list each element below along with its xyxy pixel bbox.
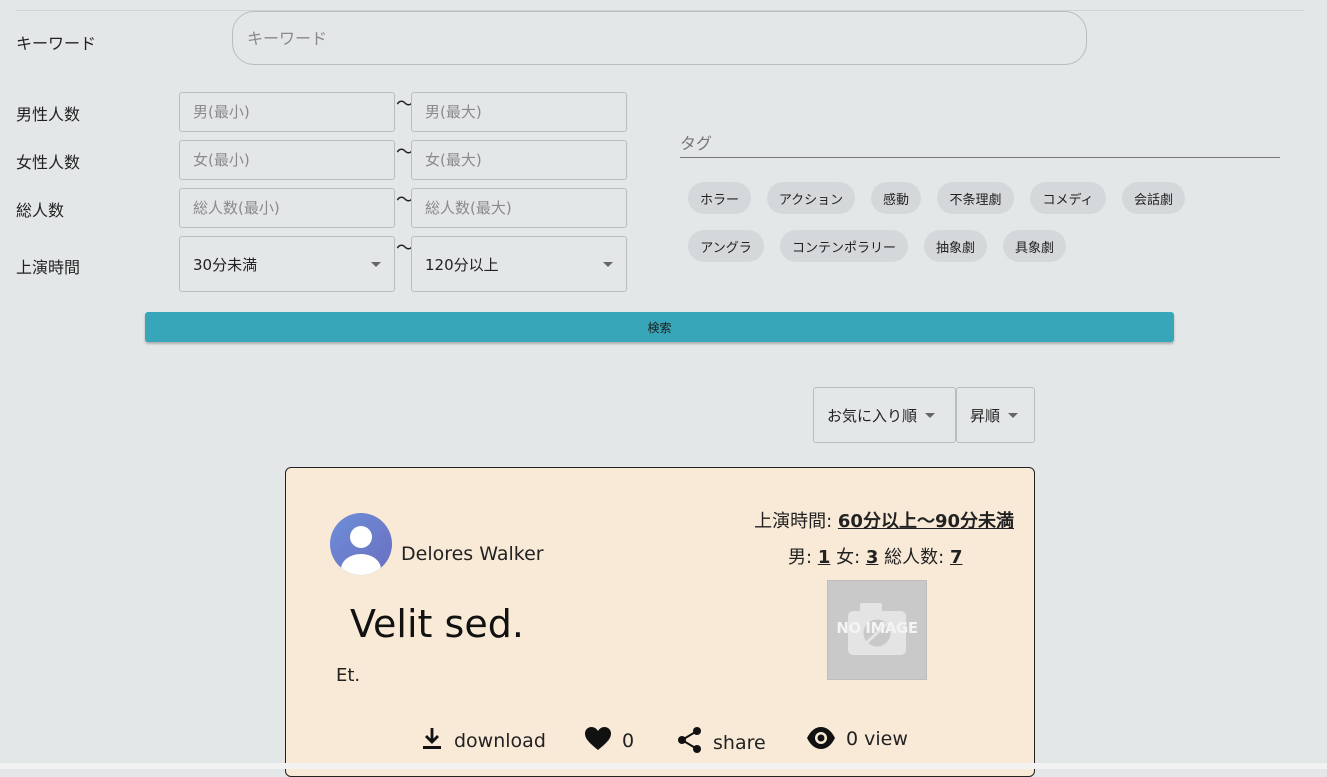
download-label: download bbox=[454, 730, 546, 752]
sort-order-value: お気に入り順 bbox=[827, 406, 918, 425]
tag-chip[interactable]: ホラー bbox=[688, 182, 751, 214]
search-button[interactable]: 検索 bbox=[145, 312, 1174, 342]
duration-info-value[interactable]: 60分以上〜90分未満 bbox=[838, 511, 1014, 532]
tag-chip[interactable]: 具象劇 bbox=[1003, 230, 1066, 262]
duration-min-select[interactable]: 30分未満 bbox=[179, 236, 395, 292]
keyword-label: キーワード bbox=[16, 34, 97, 53]
avatar[interactable] bbox=[330, 513, 392, 575]
tag-chip[interactable]: 不条理劇 bbox=[937, 182, 1014, 214]
view-count: 0 view bbox=[846, 728, 908, 750]
tag-chip[interactable]: 感動 bbox=[871, 182, 921, 214]
caret-down-icon bbox=[603, 261, 613, 267]
script-description: Et. bbox=[336, 665, 361, 686]
female-count-label: 女性人数 bbox=[16, 153, 81, 172]
tag-chip[interactable]: 抽象劇 bbox=[924, 230, 987, 262]
tag-chip[interactable]: アクション bbox=[767, 182, 855, 214]
user-icon bbox=[341, 526, 381, 575]
share-label: share bbox=[713, 732, 766, 754]
duration-info-label: 上演時間: bbox=[754, 511, 833, 532]
bottom-strip bbox=[0, 763, 1327, 769]
download-icon bbox=[423, 728, 441, 749]
male-count-label: 男性人数 bbox=[16, 105, 81, 124]
duration-max-select[interactable]: 120分以上 bbox=[411, 236, 627, 292]
author-name[interactable]: Delores Walker bbox=[401, 543, 544, 565]
views-indicator: 0 view bbox=[806, 726, 908, 750]
total-min-input[interactable] bbox=[179, 188, 395, 228]
male-count-label: 男: bbox=[788, 547, 813, 568]
duration-info: 上演時間: 60分以上〜90分未満 bbox=[754, 507, 1014, 533]
caret-down-icon bbox=[1008, 412, 1019, 418]
female-count-value[interactable]: 3 bbox=[866, 547, 879, 568]
female-min-input[interactable] bbox=[179, 140, 395, 180]
male-min-input[interactable] bbox=[179, 92, 395, 132]
total-count-label: 総人数: bbox=[884, 547, 945, 568]
tag-chip[interactable]: 会話劇 bbox=[1122, 182, 1185, 214]
tag-field-label: タグ bbox=[680, 134, 713, 153]
share-icon bbox=[678, 727, 701, 753]
male-count-value[interactable]: 1 bbox=[818, 547, 831, 568]
cast-counts: 男: 1 女: 3 総人数: 7 bbox=[788, 543, 963, 569]
tag-field-underline[interactable] bbox=[680, 157, 1280, 158]
male-max-input[interactable] bbox=[411, 92, 627, 132]
tag-chip[interactable]: アングラ bbox=[688, 230, 764, 262]
duration-label: 上演時間 bbox=[16, 258, 81, 277]
eye-icon bbox=[807, 727, 835, 749]
no-image-text: NO IMAGE bbox=[836, 619, 918, 637]
caret-down-icon bbox=[925, 412, 936, 418]
thumbnail-placeholder: NO IMAGE bbox=[827, 580, 927, 680]
like-button[interactable]: 0 bbox=[584, 726, 634, 752]
keyword-input[interactable] bbox=[232, 11, 1087, 65]
total-max-input[interactable] bbox=[411, 188, 627, 228]
download-button[interactable]: download bbox=[420, 726, 546, 752]
duration-max-value: 120分以上 bbox=[425, 255, 499, 274]
total-count-label: 総人数 bbox=[16, 201, 65, 220]
female-count-label: 女: bbox=[836, 547, 861, 568]
caret-down-icon bbox=[371, 261, 381, 267]
female-max-input[interactable] bbox=[411, 140, 627, 180]
script-card[interactable]: Delores Walker 上演時間: 60分以上〜90分未満 男: 1 女:… bbox=[285, 467, 1035, 777]
tag-chip[interactable]: コンテンポラリー bbox=[780, 230, 908, 262]
sort-order-select[interactable]: お気に入り順 bbox=[813, 387, 956, 443]
sort-direction-select[interactable]: 昇順 bbox=[956, 387, 1035, 443]
heart-icon bbox=[585, 727, 611, 750]
share-button[interactable]: share bbox=[677, 726, 766, 754]
sort-direction-value: 昇順 bbox=[970, 406, 1001, 425]
script-title[interactable]: Velit sed. bbox=[350, 602, 524, 646]
duration-min-value: 30分未満 bbox=[193, 255, 258, 274]
tag-chip[interactable]: コメディ bbox=[1030, 182, 1106, 214]
like-count: 0 bbox=[622, 730, 635, 752]
total-count-value[interactable]: 7 bbox=[950, 547, 963, 568]
